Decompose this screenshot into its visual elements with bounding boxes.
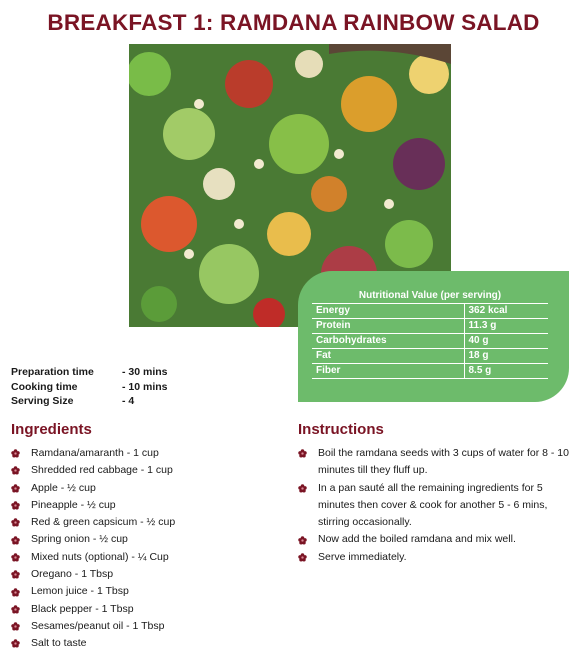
instructions-heading: Instructions xyxy=(298,421,384,438)
nutrition-row: Fat 18 g xyxy=(312,348,548,364)
flower-bullet-icon xyxy=(11,570,31,579)
ingredient-item-text: Oregano - 1 Tbsp xyxy=(31,568,114,581)
ingredient-item-text: Sesames/peanut oil - 1 Tbsp xyxy=(31,619,165,632)
flower-bullet-icon xyxy=(11,466,31,475)
nutrition-row: Carbohydrates 40 g xyxy=(312,333,548,349)
nutrition-value: 40 g xyxy=(464,333,548,349)
serving-size-row: Serving Size - 4 xyxy=(11,394,168,409)
instruction-step: In a pan sauté all the remaining ingredi… xyxy=(298,480,574,532)
ingredients-list: Ramdana/amaranth - 1 cup Shredded red cab… xyxy=(11,445,175,653)
flower-bullet-icon xyxy=(298,445,318,462)
ingredient-item: Red & green capsicum - ½ cup xyxy=(11,514,175,531)
prep-value: - 30 mins xyxy=(122,366,168,378)
prep-label: Serving Size xyxy=(11,395,74,407)
page-title: BREAKFAST 1: RAMDANA RAINBOW SALAD xyxy=(47,10,540,35)
cook-time-row: Cooking time - 10 mins xyxy=(11,380,168,395)
instruction-step: Now add the boiled ramdana and mix well. xyxy=(298,531,574,548)
ingredient-item: Apple - ½ cup xyxy=(11,480,175,497)
flower-bullet-icon xyxy=(11,518,31,527)
flower-bullet-icon xyxy=(298,549,318,566)
ingredients-heading: Ingredients xyxy=(11,421,92,438)
prep-value: - 4 xyxy=(122,395,135,407)
flower-bullet-icon xyxy=(11,484,31,493)
nutrition-label: Energy xyxy=(312,303,465,319)
prep-time-row: Preparation time - 30 mins xyxy=(11,365,168,380)
nutrition-panel: Nutritional Value (per serving) Energy 3… xyxy=(298,271,569,402)
instruction-step-text: Boil the ramdana seeds with 3 cups of wa… xyxy=(318,447,569,477)
flower-bullet-icon xyxy=(11,605,31,614)
nutrition-table: Energy 362 kcal Protein 11.3 g Carbohydr… xyxy=(312,303,548,379)
ingredient-item: Mixed nuts (optional) - ¼ Cup xyxy=(11,549,175,566)
ingredient-item: Spring onion - ½ cup xyxy=(11,531,175,548)
flower-bullet-icon xyxy=(11,622,31,631)
instruction-step-text: Serve immediately. xyxy=(318,550,407,563)
ingredient-item: Sesames/peanut oil - 1 Tbsp xyxy=(11,618,175,635)
nutrition-value: 362 kcal xyxy=(464,303,548,319)
ingredient-item-text: Lemon juice - 1 Tbsp xyxy=(31,585,129,598)
flower-bullet-icon xyxy=(11,639,31,648)
nutrition-label: Fiber xyxy=(312,363,465,379)
ingredient-item-text: Apple - ½ cup xyxy=(31,481,96,494)
nutrition-title: Nutritional Value (per serving) xyxy=(358,290,502,301)
prep-info: Preparation time - 30 mins Cooking time … xyxy=(11,365,168,409)
ingredient-item: Lemon juice - 1 Tbsp xyxy=(11,583,175,600)
ingredient-item: Ramdana/amaranth - 1 cup xyxy=(11,445,175,462)
flower-bullet-icon xyxy=(298,480,318,497)
prep-label: Cooking time xyxy=(11,380,78,393)
instruction-step: Boil the ramdana seeds with 3 cups of wa… xyxy=(298,445,574,480)
ingredient-item-text: Red & green capsicum - ½ cup xyxy=(31,516,176,529)
ingredient-item-text: Ramdana/amaranth - 1 cup xyxy=(31,447,159,459)
nutrition-label: Protein xyxy=(312,318,465,334)
nutrition-row: Fiber 8.5 g xyxy=(312,363,548,379)
ingredient-item-text: Mixed nuts (optional) - ¼ Cup xyxy=(31,550,169,563)
nutrition-row: Protein 11.3 g xyxy=(312,318,548,334)
flower-bullet-icon xyxy=(11,553,31,562)
nutrition-label: Fat xyxy=(312,348,465,364)
ingredient-item-text: Salt to taste xyxy=(31,637,87,650)
nutrition-value: 8.5 g xyxy=(464,363,548,379)
ingredient-item: Black pepper - 1 Tbsp xyxy=(11,601,175,618)
nutrition-value: 11.3 g xyxy=(464,318,548,334)
instruction-step-text: In a pan sauté all the remaining ingredi… xyxy=(318,481,548,529)
instruction-step-text: Now add the boiled ramdana and mix well. xyxy=(318,533,516,546)
ingredient-item-text: Pineapple - ½ cup xyxy=(31,498,116,511)
ingredient-item: Shredded red cabbage - 1 cup xyxy=(11,462,175,479)
ingredient-item: Pineapple - ½ cup xyxy=(11,497,175,514)
instruction-step: Serve immediately. xyxy=(298,549,574,566)
flower-bullet-icon xyxy=(298,531,318,548)
prep-value: - 10 mins xyxy=(122,380,168,393)
prep-label: Preparation time xyxy=(11,366,94,378)
flower-bullet-icon xyxy=(11,587,31,597)
ingredient-item-text: Spring onion - ½ cup xyxy=(31,533,128,546)
nutrition-label: Carbohydrates xyxy=(312,333,465,349)
ingredient-item-text: Shredded red cabbage - 1 cup xyxy=(31,464,173,477)
ingredient-item: Salt to taste xyxy=(11,635,175,652)
ingredient-item: Oregano - 1 Tbsp xyxy=(11,566,175,583)
flower-bullet-icon xyxy=(11,501,31,510)
nutrition-value: 18 g xyxy=(464,348,548,364)
ingredient-item-text: Black pepper - 1 Tbsp xyxy=(31,602,134,615)
nutrition-row: Energy 362 kcal xyxy=(312,303,548,319)
flower-bullet-icon xyxy=(11,449,31,458)
flower-bullet-icon xyxy=(11,535,31,545)
instructions-list: Boil the ramdana seeds with 3 cups of wa… xyxy=(298,445,574,566)
